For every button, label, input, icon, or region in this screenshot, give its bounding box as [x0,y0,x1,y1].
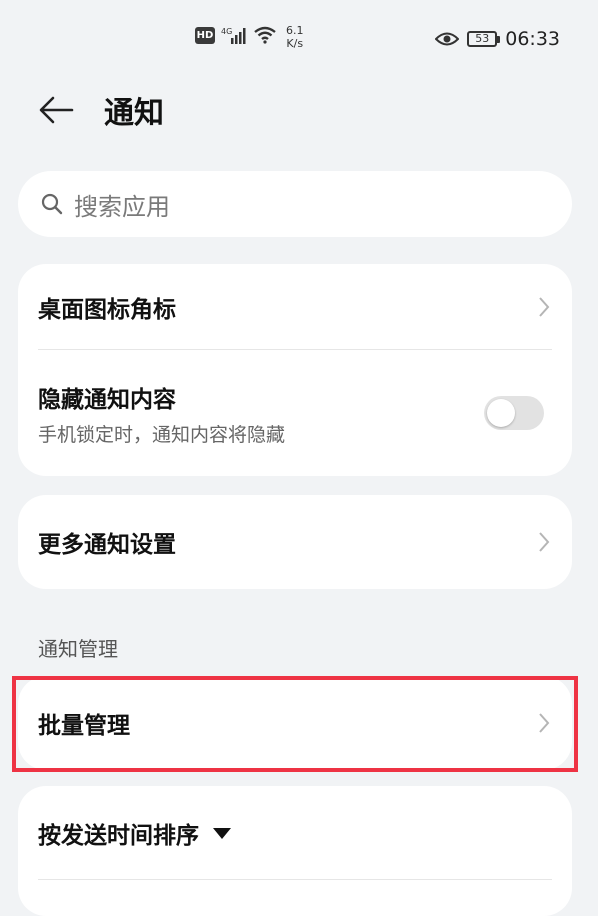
divider [38,879,552,880]
hide-content-label: 隐藏通知内容 [38,386,176,413]
signal-label: 4G [221,27,232,36]
page-header: 通知 [38,88,164,132]
search-icon [41,193,63,215]
clock: 06:33 [505,28,560,50]
desktop-badge-row[interactable]: 桌面图标角标 [18,264,572,350]
wifi-icon [254,26,276,44]
sort-row[interactable]: 按发送时间排序 [18,786,572,880]
hide-content-toggle[interactable] [484,396,544,430]
hide-content-row[interactable]: 隐藏通知内容 手机锁定时，通知内容将隐藏 [18,350,572,476]
more-settings-row[interactable]: 更多通知设置 [18,495,572,589]
chevron-right-icon [539,532,550,552]
signal-icon: 4G [221,27,246,44]
network-speed: 6.1 K/s [286,24,304,50]
network-speed-unit: K/s [286,37,304,50]
chevron-right-icon [539,297,550,317]
sort-label: 按发送时间排序 [38,823,199,849]
display-settings-card: 桌面图标角标 隐藏通知内容 手机锁定时，通知内容将隐藏 [18,264,572,476]
toggle-knob [487,399,515,427]
hide-content-description: 手机锁定时，通知内容将隐藏 [38,423,286,446]
search-placeholder: 搜索应用 [74,192,170,221]
sort-card: 按发送时间排序 [18,786,572,916]
battery-icon: 53 [467,31,501,47]
status-icons-right: 53 06:33 [435,28,560,50]
section-header: 通知管理 [38,637,118,661]
more-settings-card: 更多通知设置 [18,495,572,589]
network-speed-value: 6.1 [286,24,304,37]
back-arrow-icon [39,96,74,124]
desktop-badge-label: 桌面图标角标 [38,297,176,323]
back-button[interactable] [38,92,74,128]
status-bar: HD 4G 6.1 K/s 53 06:33 [0,0,598,80]
eye-icon [435,32,460,46]
status-icons-left: HD 4G [195,26,277,44]
more-settings-label: 更多通知设置 [38,532,176,558]
search-input[interactable]: 搜索应用 [18,171,572,237]
hd-icon: HD [195,26,215,44]
caret-down-icon [213,827,231,839]
highlight-box [12,676,578,772]
page-title: 通知 [104,96,164,131]
